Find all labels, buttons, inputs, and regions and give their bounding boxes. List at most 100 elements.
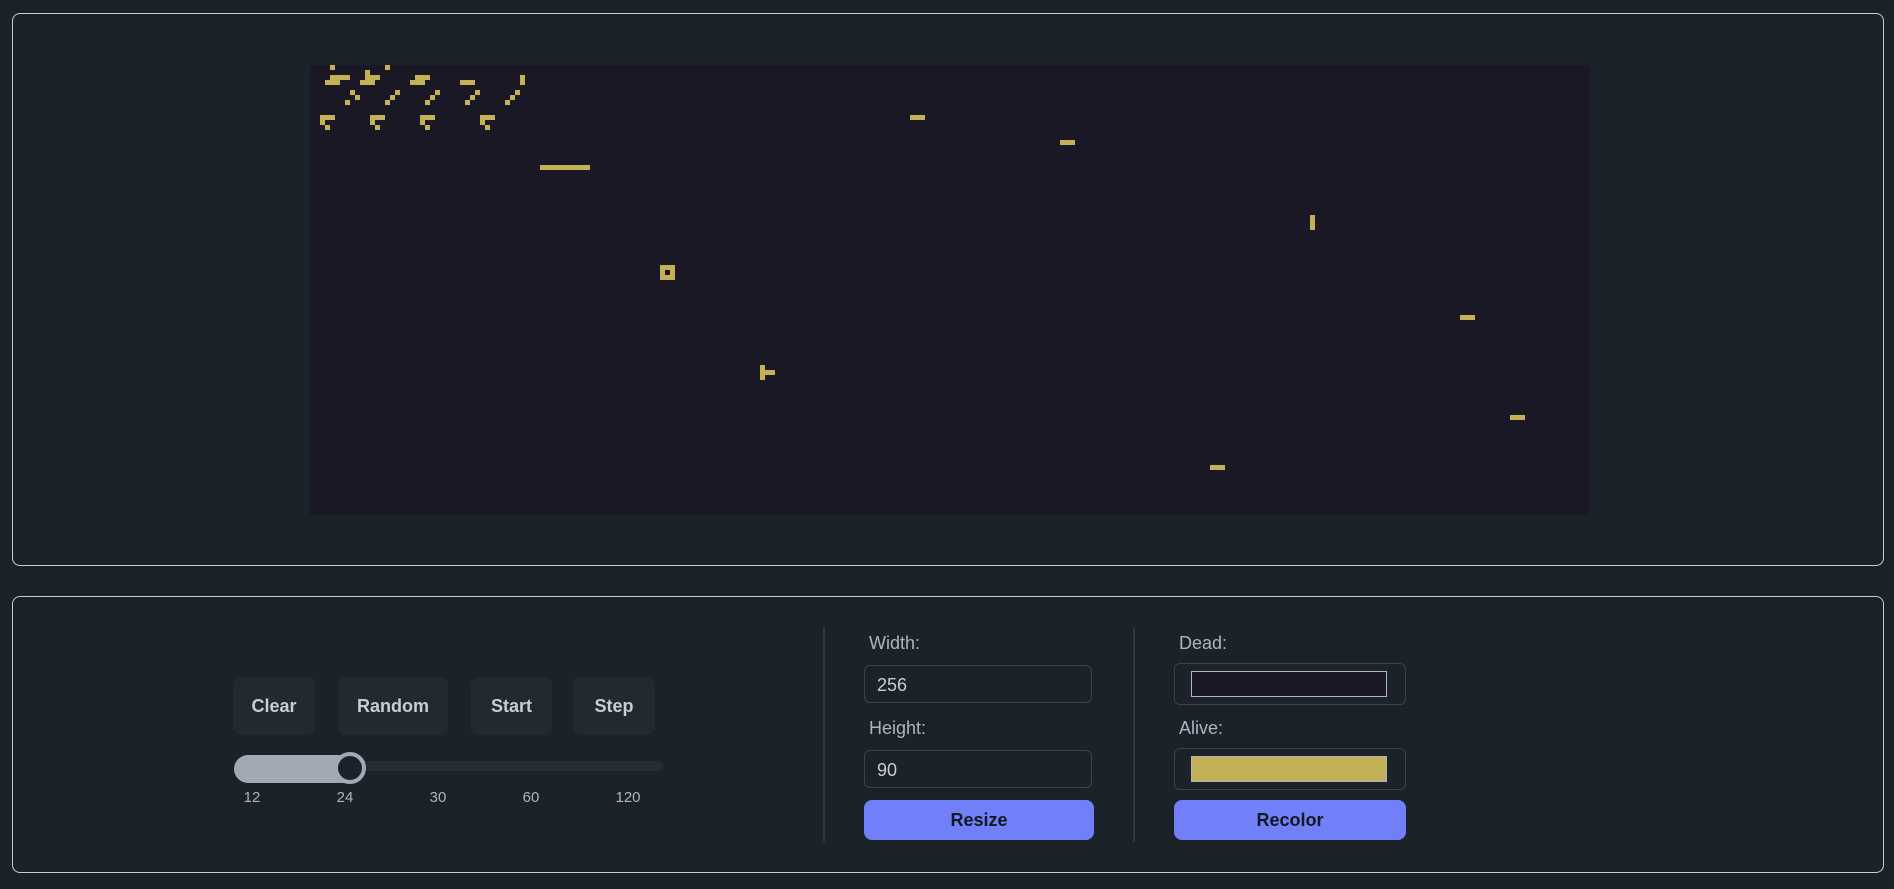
alive-cell[interactable] (660, 270, 665, 275)
alive-cell[interactable] (375, 125, 380, 130)
alive-cell[interactable] (325, 115, 330, 120)
alive-cell[interactable] (420, 115, 425, 120)
alive-cell[interactable] (565, 165, 570, 170)
alive-cell[interactable] (670, 265, 675, 270)
alive-cell[interactable] (340, 75, 345, 80)
alive-cell[interactable] (560, 165, 565, 170)
speed-slider-thumb[interactable] (333, 752, 366, 784)
alive-cell[interactable] (375, 115, 380, 120)
alive-cell[interactable] (325, 80, 330, 85)
alive-cell[interactable] (425, 115, 430, 120)
alive-cell[interactable] (430, 115, 435, 120)
alive-cell[interactable] (1215, 465, 1220, 470)
resize-button[interactable]: Resize (864, 800, 1094, 840)
alive-cell[interactable] (580, 165, 585, 170)
alive-cell[interactable] (380, 115, 385, 120)
alive-cell[interactable] (425, 125, 430, 130)
alive-cell[interactable] (765, 370, 770, 375)
speed-slider[interactable] (234, 752, 663, 784)
step-button[interactable]: Step (573, 677, 655, 735)
alive-cell[interactable] (385, 100, 390, 105)
alive-cell[interactable] (330, 75, 335, 80)
alive-color-swatch[interactable] (1191, 756, 1387, 782)
alive-cell[interactable] (415, 80, 420, 85)
clear-button[interactable]: Clear (233, 677, 315, 735)
alive-cell[interactable] (330, 65, 335, 70)
alive-cell[interactable] (1460, 315, 1465, 320)
alive-cell[interactable] (920, 115, 925, 120)
dead-color-swatch[interactable] (1191, 671, 1387, 697)
alive-cell[interactable] (550, 165, 555, 170)
alive-cell[interactable] (395, 90, 400, 95)
alive-cell[interactable] (470, 95, 475, 100)
alive-cell[interactable] (420, 120, 425, 125)
alive-cell[interactable] (430, 95, 435, 100)
width-input[interactable]: 256 (864, 665, 1092, 703)
alive-cell[interactable] (575, 165, 580, 170)
alive-cell[interactable] (370, 120, 375, 125)
alive-cell[interactable] (335, 80, 340, 85)
alive-cell[interactable] (465, 80, 470, 85)
alive-cell[interactable] (1465, 315, 1470, 320)
alive-cell[interactable] (1520, 415, 1525, 420)
alive-cell[interactable] (665, 275, 670, 280)
alive-cell[interactable] (760, 365, 765, 370)
alive-cell[interactable] (425, 75, 430, 80)
height-input[interactable]: 90 (864, 750, 1092, 788)
alive-cell[interactable] (365, 75, 370, 80)
alive-cell[interactable] (545, 165, 550, 170)
alive-cell[interactable] (760, 370, 765, 375)
alive-cell[interactable] (485, 115, 490, 120)
alive-cell[interactable] (365, 70, 370, 75)
alive-cell[interactable] (325, 125, 330, 130)
alive-cell[interactable] (420, 80, 425, 85)
alive-cell[interactable] (1470, 315, 1475, 320)
dead-color-picker[interactable] (1174, 663, 1406, 705)
alive-cell[interactable] (665, 265, 670, 270)
alive-cell[interactable] (1220, 465, 1225, 470)
alive-cell[interactable] (670, 275, 675, 280)
alive-cell[interactable] (660, 275, 665, 280)
life-board-canvas[interactable] (310, 65, 1590, 515)
alive-cell[interactable] (1310, 225, 1315, 230)
alive-cell[interactable] (480, 120, 485, 125)
alive-cell[interactable] (460, 80, 465, 85)
alive-cell[interactable] (520, 75, 525, 80)
alive-cell[interactable] (1310, 215, 1315, 220)
alive-cell[interactable] (330, 115, 335, 120)
alive-cell[interactable] (485, 125, 490, 130)
alive-cell[interactable] (410, 80, 415, 85)
alive-cell[interactable] (520, 80, 525, 85)
alive-cell[interactable] (1060, 140, 1065, 145)
alive-cell[interactable] (660, 265, 665, 270)
alive-cell[interactable] (1210, 465, 1215, 470)
alive-cell[interactable] (1065, 140, 1070, 145)
alive-cell[interactable] (390, 95, 395, 100)
alive-cell[interactable] (475, 90, 480, 95)
alive-cell[interactable] (1510, 415, 1515, 420)
alive-cell[interactable] (425, 100, 430, 105)
alive-cell[interactable] (1310, 220, 1315, 225)
alive-cell[interactable] (510, 95, 515, 100)
alive-cell[interactable] (370, 75, 375, 80)
board-background[interactable] (310, 65, 1590, 515)
random-button[interactable]: Random (338, 677, 448, 735)
alive-cell[interactable] (370, 115, 375, 120)
alive-cell[interactable] (365, 80, 370, 85)
alive-cell[interactable] (490, 115, 495, 120)
alive-cell[interactable] (330, 80, 335, 85)
alive-cell[interactable] (505, 100, 510, 105)
alive-cell[interactable] (585, 165, 590, 170)
alive-cell[interactable] (370, 80, 375, 85)
alive-cell[interactable] (335, 75, 340, 80)
alive-cell[interactable] (435, 90, 440, 95)
alive-cell[interactable] (375, 75, 380, 80)
alive-cell[interactable] (1515, 415, 1520, 420)
alive-cell[interactable] (320, 120, 325, 125)
alive-cell[interactable] (465, 100, 470, 105)
alive-cell[interactable] (470, 80, 475, 85)
alive-cell[interactable] (345, 100, 350, 105)
alive-cell[interactable] (320, 115, 325, 120)
alive-cell[interactable] (415, 75, 420, 80)
alive-cell[interactable] (420, 75, 425, 80)
